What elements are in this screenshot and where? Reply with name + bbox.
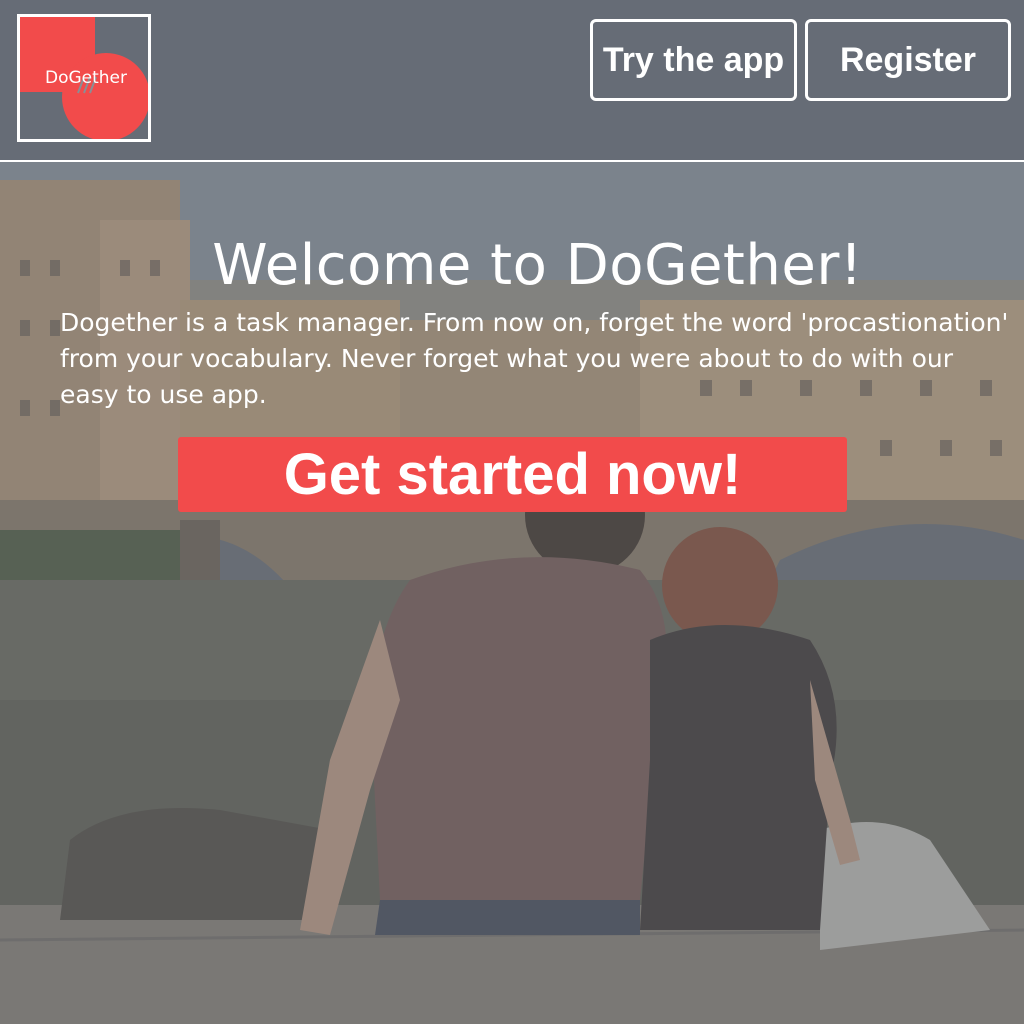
logo-text: DoGether	[44, 68, 127, 88]
try-the-app-button[interactable]: Try the app	[590, 19, 797, 101]
register-button[interactable]: Register	[805, 19, 1011, 101]
hero-description: Dogether is a task manager. From now on,…	[60, 308, 1009, 409]
get-started-button[interactable]: Get started now!	[178, 437, 847, 512]
dogether-logo[interactable]: DoGether	[17, 14, 151, 142]
hero-title: Welcome to DoGether!	[212, 233, 863, 298]
site-header: DoGether Try the app Register	[0, 0, 1024, 162]
